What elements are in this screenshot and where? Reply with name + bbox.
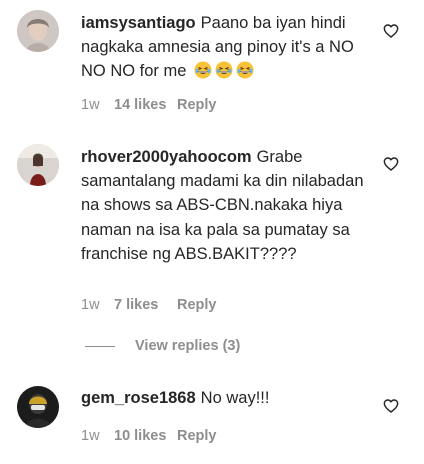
replies-divider [85, 345, 115, 347]
comment-meta: 1w 10 likes Reply [81, 428, 217, 444]
avatar[interactable] [17, 386, 59, 428]
comment-meta: 1w 7 likes Reply [81, 297, 217, 313]
reply-button[interactable]: Reply [177, 297, 217, 313]
comment-body: rhover2000yahoocom Grabe samantalang mada… [81, 145, 377, 266]
grinning-squinting-face-icon [215, 61, 233, 79]
comment-likes[interactable]: 14 likes [114, 97, 177, 113]
comment-username[interactable]: rhover2000yahoocom [81, 148, 252, 166]
view-replies-label: View replies (3) [135, 338, 241, 354]
comment-time[interactable]: 1w [81, 97, 114, 113]
comment-body: gem_rose1868 No way!!! [81, 386, 377, 410]
grinning-squinting-face-icon [236, 61, 254, 79]
comment-body: iamsysantiago Paano ba iyan hindi nagkaka… [81, 11, 377, 84]
reply-button[interactable]: Reply [177, 428, 217, 444]
heart-outline-icon[interactable] [383, 156, 399, 172]
comment-text: No way!!! [200, 389, 270, 407]
comment-time[interactable]: 1w [81, 428, 114, 444]
comment-likes[interactable]: 7 likes [114, 297, 177, 313]
heart-outline-icon[interactable] [383, 23, 399, 39]
comment-time[interactable]: 1w [81, 297, 114, 313]
avatar[interactable] [17, 10, 59, 52]
comment-username[interactable]: iamsysantiago [81, 14, 196, 32]
comment-meta: 1w 14 likes Reply [81, 97, 217, 113]
avatar[interactable] [17, 144, 59, 186]
heart-outline-icon[interactable] [383, 398, 399, 414]
comment-likes[interactable]: 10 likes [114, 428, 177, 444]
grinning-squinting-face-icon [194, 61, 212, 79]
comment-username[interactable]: gem_rose1868 [81, 389, 196, 407]
view-replies-button[interactable]: View replies (3) [85, 338, 240, 354]
reply-button[interactable]: Reply [177, 97, 217, 113]
